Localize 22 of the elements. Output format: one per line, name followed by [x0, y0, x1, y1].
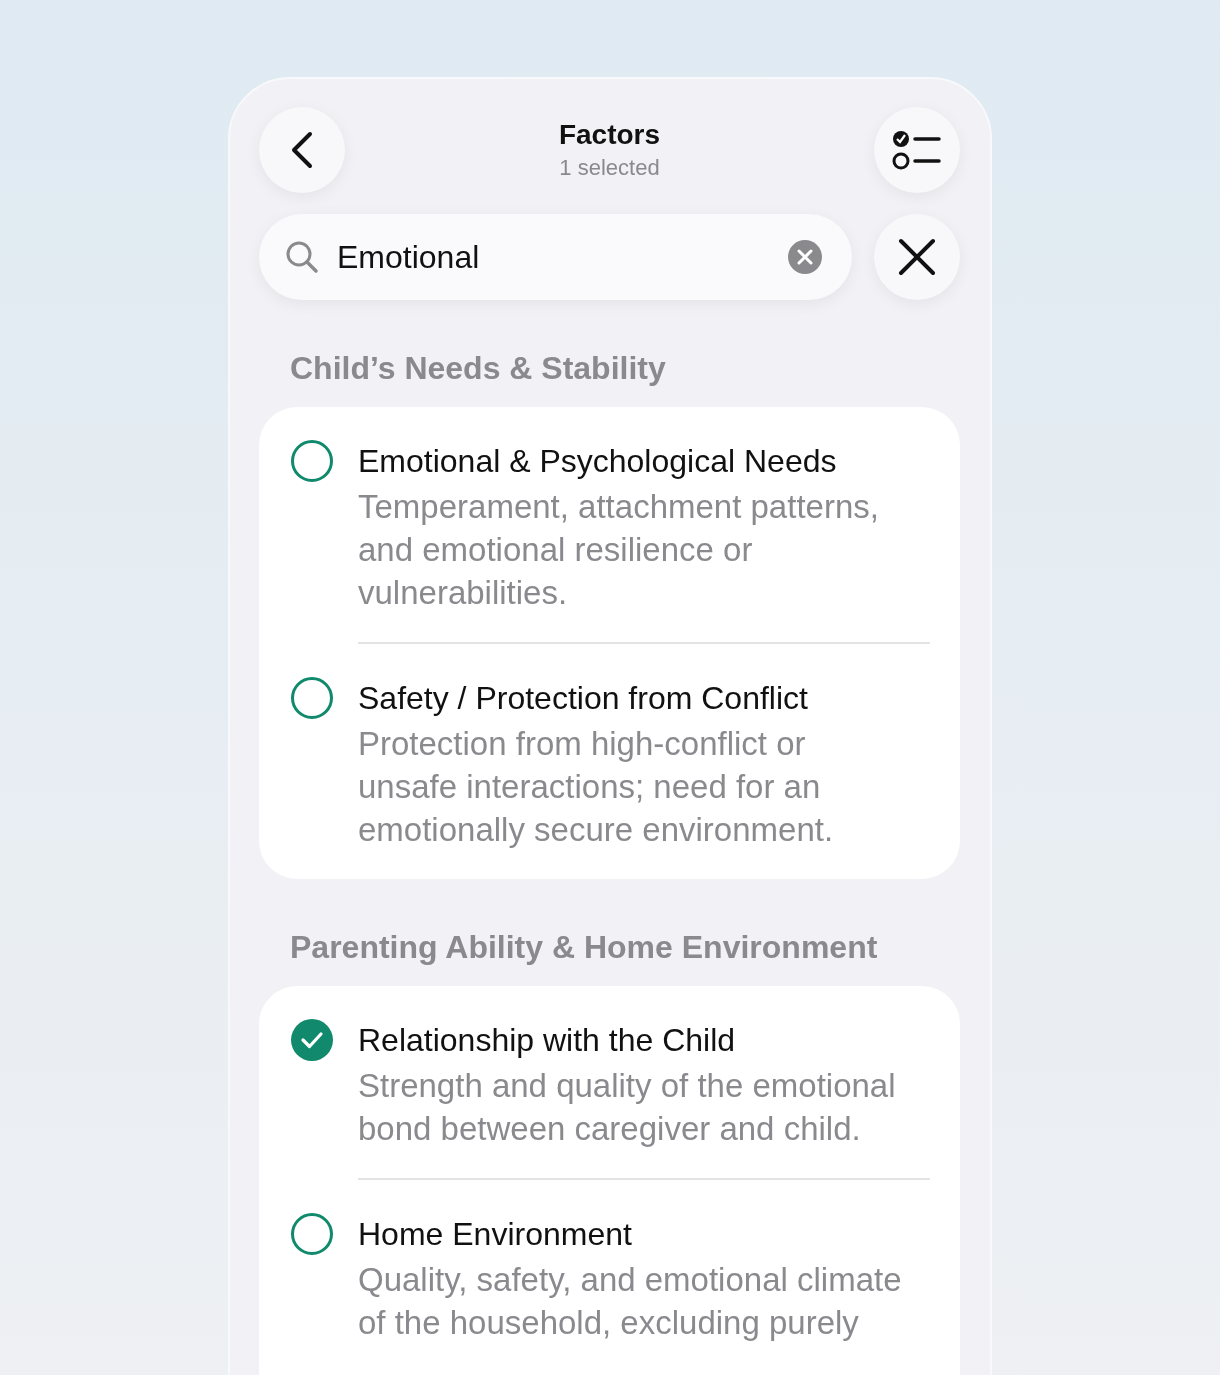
- selection-count: 1 selected: [558, 155, 661, 181]
- search-field[interactable]: Emotional: [259, 214, 852, 300]
- search-icon: [285, 240, 319, 274]
- option-description: Protection from high-conflict or unsafe interactions; need for an emotionally secure environment.: [358, 724, 835, 850]
- close-icon: [898, 238, 936, 276]
- option-title: Emotional & Psychological Needs: [358, 442, 838, 481]
- clear-icon[interactable]: [788, 240, 822, 274]
- radio-button[interactable]: [290, 439, 334, 483]
- checked-radio[interactable]: [290, 1018, 334, 1062]
- screen-title: Factors: [558, 119, 661, 151]
- option-title: Safety / Protection from Conflict: [358, 679, 809, 718]
- option-title: Home Environment: [358, 1215, 633, 1254]
- option-description: Temperament, attachment patterns, and emotional resilience or vulnerabilities.: [358, 487, 880, 613]
- option-description: Strength and quality of the emotional bond between caregiver and child.: [358, 1066, 897, 1149]
- option-title: Relationship with the Child: [358, 1021, 737, 1060]
- section-heading: Parenting Ability & Home Environment: [290, 929, 879, 966]
- section-heading: Child’s Needs & Stability: [290, 350, 667, 387]
- radio-button[interactable]: [290, 676, 334, 720]
- checklist-icon: [892, 128, 942, 172]
- radio-button[interactable]: [290, 1212, 334, 1256]
- search-input[interactable]: Emotional: [335, 237, 772, 277]
- option-description: Quality, safety, and emotional climate of the household, excluding purely: [358, 1260, 903, 1343]
